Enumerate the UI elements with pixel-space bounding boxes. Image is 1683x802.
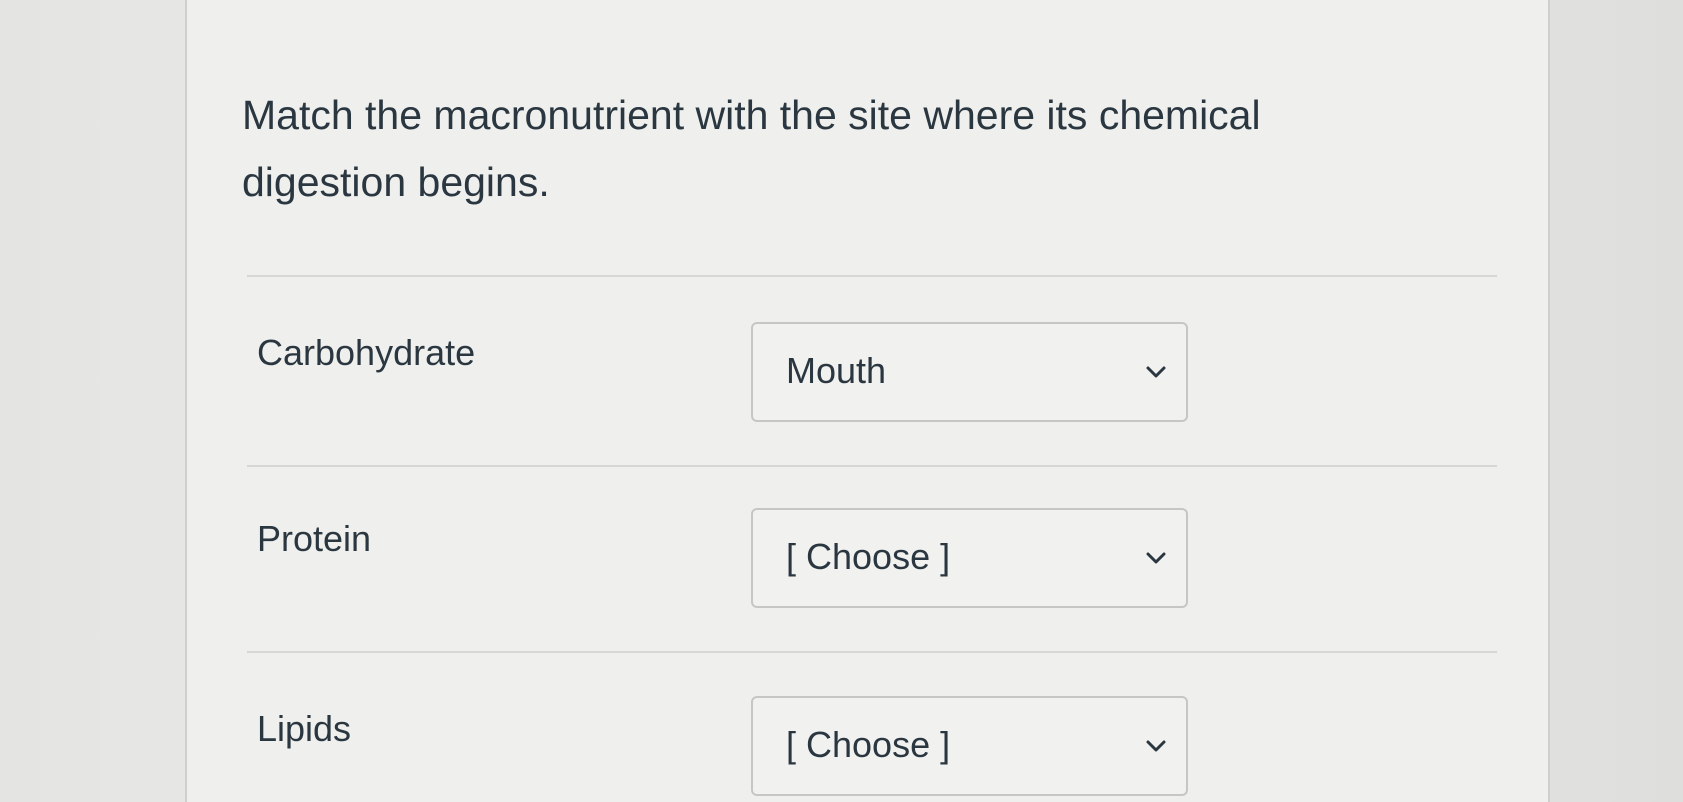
chevron-down-icon	[1146, 552, 1166, 564]
chevron-down-icon	[1146, 366, 1166, 378]
divider	[247, 275, 1497, 277]
dropdown-carbohydrate[interactable]: Mouth	[751, 322, 1188, 422]
dropdown-value: [ Choose ]	[786, 724, 951, 765]
question-line-2: digestion begins.	[242, 159, 550, 205]
answer-label-carbohydrate: Carbohydrate	[257, 332, 476, 373]
dropdown-value: Mouth	[786, 350, 887, 391]
question-text: Match the macronutrient with the site wh…	[242, 82, 1402, 216]
chevron-down-icon	[1146, 740, 1166, 752]
quiz-question-panel: Match the macronutrient with the site wh…	[185, 0, 1550, 802]
answer-label-protein: Protein	[257, 518, 372, 559]
screen-background: Match the macronutrient with the site wh…	[0, 0, 1683, 802]
answer-label-lipids: Lipids	[257, 708, 352, 749]
divider	[247, 465, 1497, 467]
dropdown-lipids[interactable]: [ Choose ]	[751, 696, 1188, 796]
divider	[247, 651, 1497, 653]
dropdown-protein[interactable]: [ Choose ]	[751, 508, 1188, 608]
question-line-1: Match the macronutrient with the site wh…	[242, 92, 1261, 138]
dropdown-value: [ Choose ]	[786, 536, 951, 577]
